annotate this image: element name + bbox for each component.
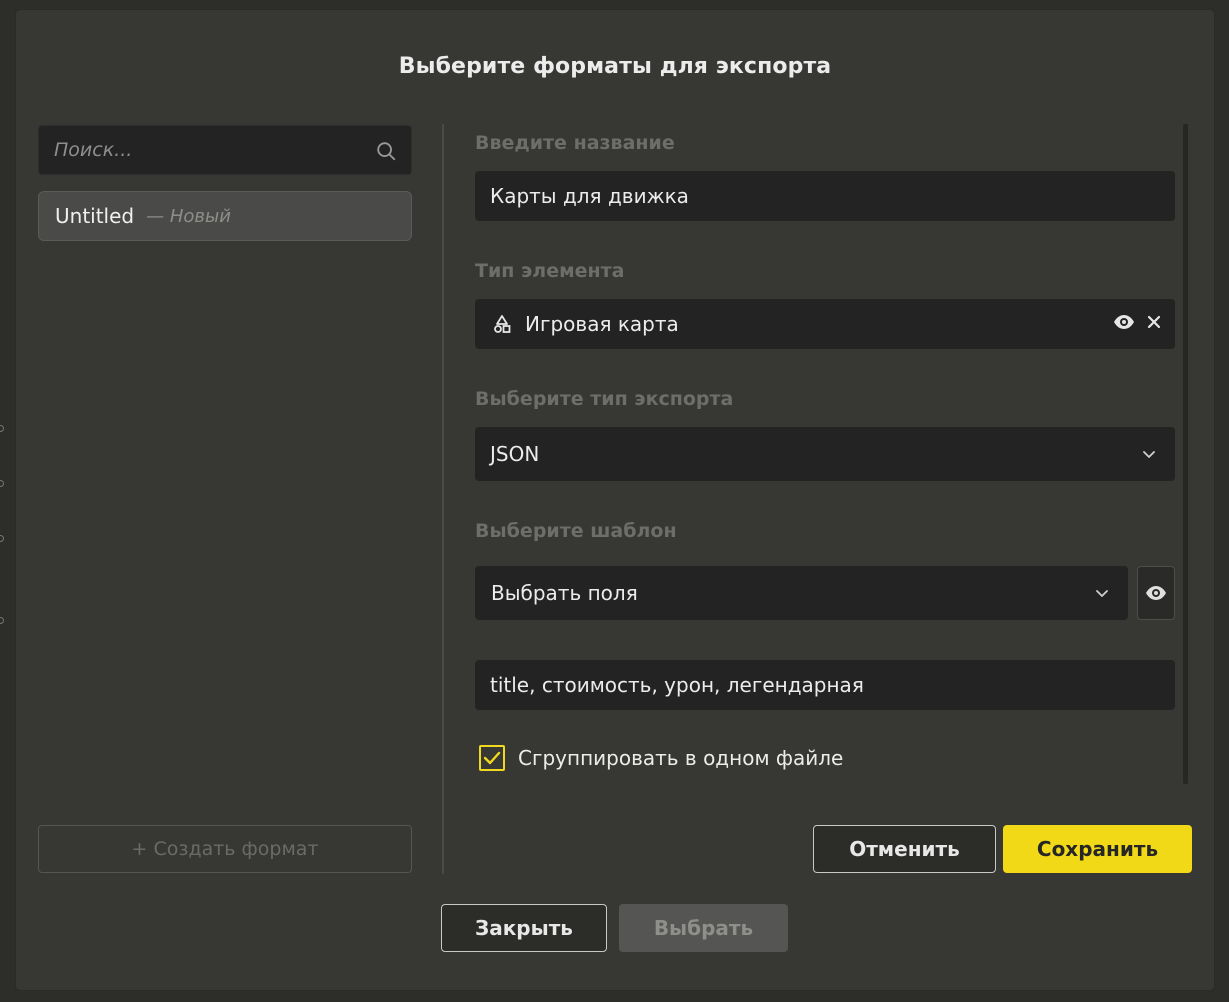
chevron-down-icon (1143, 451, 1155, 458)
element-type-field[interactable]: Игровая карта (475, 299, 1175, 349)
eye-icon[interactable] (1113, 314, 1135, 330)
format-list-item[interactable]: Untitled — Новый (38, 191, 412, 241)
export-type-select[interactable]: JSON (475, 427, 1175, 481)
element-type-label: Тип элемента (475, 260, 625, 282)
close-icon[interactable] (1147, 315, 1161, 329)
close-button[interactable]: Закрыть (441, 904, 607, 952)
checkmark-icon (483, 751, 501, 765)
format-item-name: Untitled (55, 204, 135, 228)
group-checkbox[interactable] (479, 745, 505, 771)
backdrop-dot (0, 425, 4, 432)
name-field[interactable]: Карты для движка (475, 171, 1175, 221)
chevron-down-icon (1096, 590, 1108, 597)
backdrop-dot (0, 480, 4, 487)
search-box (38, 125, 412, 175)
search-icon[interactable] (375, 140, 397, 162)
element-type-value: Игровая карта (525, 312, 679, 336)
group-checkbox-label: Сгруппировать в одном файле (518, 746, 844, 770)
shapes-icon (494, 315, 511, 333)
template-value: Выбрать поля (491, 581, 638, 605)
fields-value: title, стоимость, урон, легендарная (490, 673, 864, 697)
backdrop-dot (0, 617, 4, 624)
save-button[interactable]: Сохранить (1003, 825, 1192, 873)
form-scrollbar[interactable] (1183, 124, 1188, 784)
group-checkbox-row[interactable]: Сгруппировать в одном файле (479, 745, 843, 771)
cancel-button[interactable]: Отменить (813, 825, 996, 873)
backdrop (0, 0, 16, 1002)
export-formats-dialog: Выберите форматы для экспорта Untitled —… (16, 10, 1214, 990)
panel-divider (442, 124, 444, 874)
fields-input[interactable]: title, стоимость, урон, легендарная (475, 660, 1175, 710)
export-type-label: Выберите тип экспорта (475, 388, 734, 410)
backdrop-dot (0, 535, 4, 542)
dialog-title: Выберите форматы для экспорта (398, 54, 832, 79)
eye-icon (1146, 586, 1166, 600)
format-item-status: — Новый (146, 205, 231, 227)
create-format-button[interactable]: + Создать формат (38, 825, 412, 873)
choose-button[interactable]: Выбрать (619, 904, 788, 952)
name-label: Введите название (475, 132, 675, 154)
search-input[interactable] (39, 126, 359, 174)
template-label: Выберите шаблон (475, 520, 677, 542)
export-type-value: JSON (490, 442, 540, 466)
template-select[interactable]: Выбрать поля (475, 566, 1128, 620)
name-field-value: Карты для движка (490, 184, 689, 208)
template-preview-button[interactable] (1137, 566, 1175, 620)
